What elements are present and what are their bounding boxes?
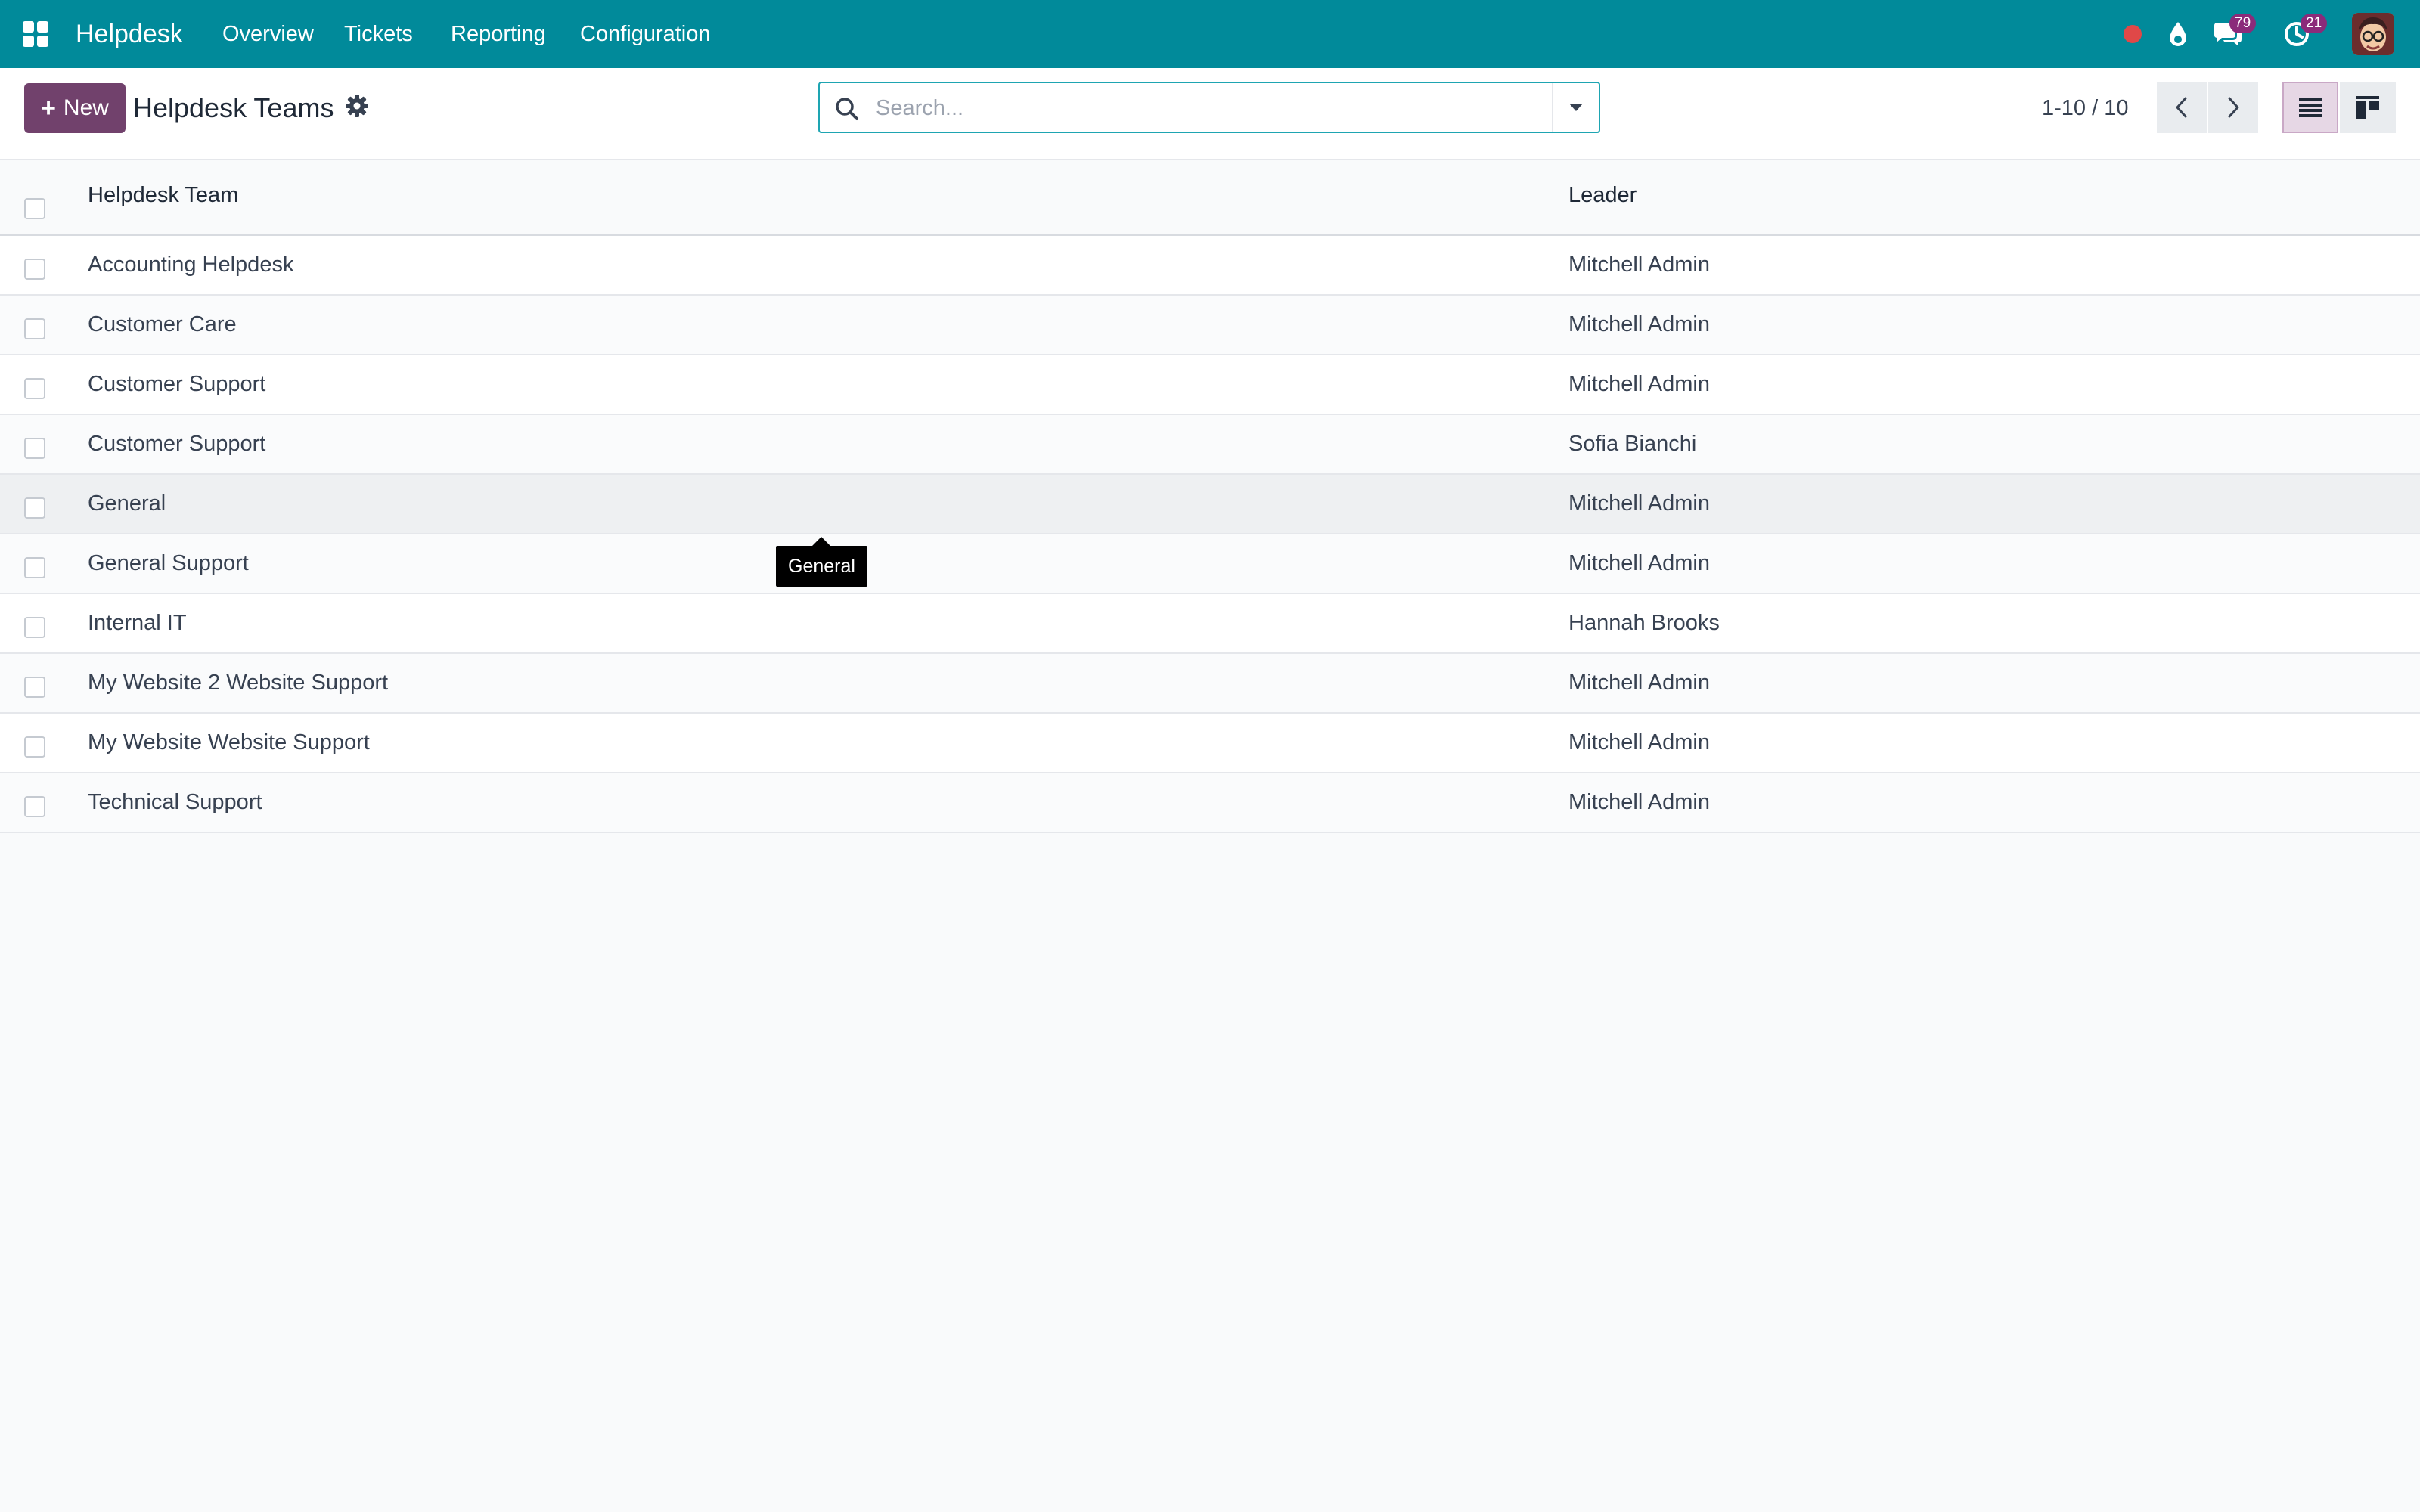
app-name[interactable]: Helpdesk xyxy=(76,0,183,68)
recording-dot-icon[interactable] xyxy=(2115,17,2150,51)
row-checkbox[interactable] xyxy=(24,318,45,339)
team-name-cell: Accounting Helpdesk xyxy=(88,253,294,277)
leader-cell: Mitchell Admin xyxy=(1568,730,1710,754)
row-checkbox[interactable] xyxy=(24,497,45,519)
top-navbar: Helpdesk Overview Tickets Reporting Conf… xyxy=(0,0,2420,68)
row-checkbox[interactable] xyxy=(24,736,45,758)
gear-icon[interactable] xyxy=(345,94,369,118)
team-name-cell: Internal IT xyxy=(88,611,187,635)
search-options-toggle[interactable] xyxy=(1552,83,1599,132)
table-row[interactable]: Technical Support Mitchell Admin xyxy=(0,773,2420,833)
activities-badge: 21 xyxy=(2301,14,2328,33)
column-header-leader[interactable]: Leader xyxy=(1568,183,1637,208)
pager-previous-button[interactable] xyxy=(2157,82,2207,133)
row-checkbox[interactable] xyxy=(24,259,45,280)
control-panel: + New Helpdesk Teams Search... 1-10 / 10 xyxy=(0,68,2420,160)
pager-next-button[interactable] xyxy=(2208,82,2258,133)
leader-cell: Hannah Brooks xyxy=(1568,611,1720,635)
table-row[interactable]: General Mitchell Admin xyxy=(0,475,2420,534)
team-name-cell: General xyxy=(88,491,166,516)
team-name-cell: Customer Support xyxy=(88,432,266,456)
user-avatar[interactable] xyxy=(2352,13,2394,55)
leader-cell: Mitchell Admin xyxy=(1568,551,1710,575)
search-input[interactable] xyxy=(874,89,1588,127)
table-row[interactable]: My Website 2 Website Support Mitchell Ad… xyxy=(0,654,2420,714)
list-view-button[interactable] xyxy=(2282,82,2338,133)
leader-cell: Mitchell Admin xyxy=(1568,253,1710,277)
team-name-cell: My Website Website Support xyxy=(88,730,370,754)
kanban-view-button[interactable] xyxy=(2340,82,2396,133)
row-checkbox[interactable] xyxy=(24,677,45,698)
column-header-team[interactable]: Helpdesk Team xyxy=(88,183,238,208)
table-row[interactable]: Customer Support Mitchell Admin xyxy=(0,355,2420,415)
caret-down-icon xyxy=(1569,104,1583,111)
teams-list: Helpdesk Team Leader Accounting Helpdesk… xyxy=(0,160,2420,833)
table-row[interactable]: Customer Care Mitchell Admin xyxy=(0,296,2420,355)
team-name-cell: General Support xyxy=(88,551,249,575)
tooltip: General xyxy=(776,537,867,587)
team-name-cell: Customer Care xyxy=(88,312,237,336)
team-name-cell: Customer Support xyxy=(88,372,266,396)
row-checkbox[interactable] xyxy=(24,617,45,638)
apps-grid-icon[interactable] xyxy=(23,21,48,47)
row-checkbox[interactable] xyxy=(24,438,45,459)
chevron-left-icon xyxy=(2176,97,2187,118)
new-button-label: New xyxy=(63,95,109,120)
chevron-right-icon xyxy=(2228,97,2239,118)
messages-badge: 79 xyxy=(2229,14,2257,33)
leader-cell: Mitchell Admin xyxy=(1568,372,1710,396)
table-row[interactable]: My Website Website Support Mitchell Admi… xyxy=(0,714,2420,773)
new-button[interactable]: + New xyxy=(24,83,126,133)
clock-icon[interactable]: 21 xyxy=(2281,14,2328,51)
kanban-view-icon xyxy=(2356,96,2379,119)
search-icon xyxy=(833,95,861,122)
leader-cell: Mitchell Admin xyxy=(1568,312,1710,336)
team-name-cell: Technical Support xyxy=(88,790,262,814)
menu-configuration[interactable]: Configuration xyxy=(580,0,711,68)
droplet-icon[interactable] xyxy=(2161,17,2195,51)
table-row[interactable]: Customer Support Sofia Bianchi xyxy=(0,415,2420,475)
table-row[interactable]: Internal IT Hannah Brooks xyxy=(0,594,2420,654)
page-title: Helpdesk Teams xyxy=(133,92,334,123)
list-view-icon xyxy=(2299,98,2322,117)
plus-icon: + xyxy=(41,94,56,122)
leader-cell: Mitchell Admin xyxy=(1568,491,1710,516)
chat-icon[interactable]: 79 xyxy=(2210,14,2257,51)
leader-cell: Mitchell Admin xyxy=(1568,671,1710,695)
leader-cell: Mitchell Admin xyxy=(1568,790,1710,814)
row-checkbox[interactable] xyxy=(24,557,45,578)
menu-tickets[interactable]: Tickets xyxy=(344,0,413,68)
select-all-checkbox[interactable] xyxy=(24,198,45,219)
pager-value[interactable]: 1-10 / 10 xyxy=(2042,83,2128,133)
row-checkbox[interactable] xyxy=(24,378,45,399)
team-name-cell: My Website 2 Website Support xyxy=(88,671,389,695)
leader-cell: Sofia Bianchi xyxy=(1568,432,1697,456)
table-row[interactable]: Accounting Helpdesk Mitchell Admin xyxy=(0,236,2420,296)
list-header: Helpdesk Team Leader xyxy=(0,160,2420,236)
search-bar xyxy=(818,82,1600,133)
menu-overview[interactable]: Overview xyxy=(222,0,314,68)
row-checkbox[interactable] xyxy=(24,796,45,817)
menu-reporting[interactable]: Reporting xyxy=(451,0,546,68)
table-row[interactable]: General Support Mitchell Admin xyxy=(0,534,2420,594)
